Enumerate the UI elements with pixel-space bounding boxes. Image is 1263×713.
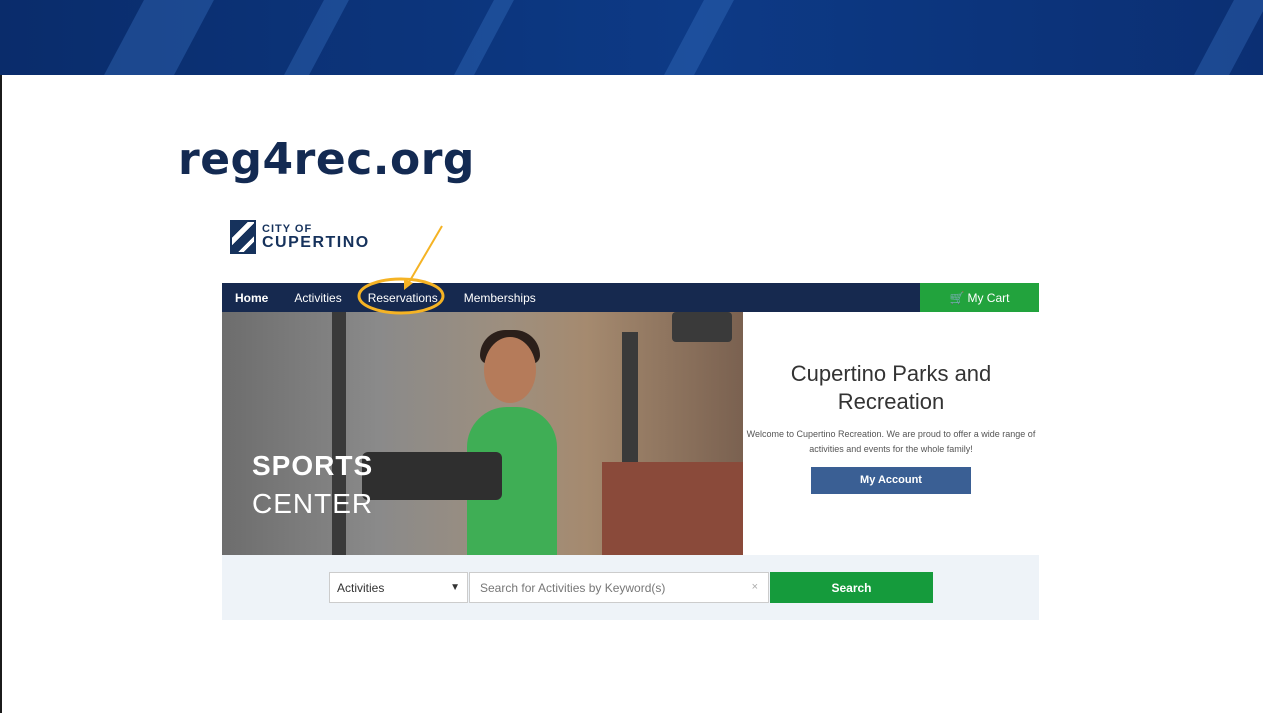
image-text-center: CENTER [252,488,374,519]
search-placeholder: Search for Activities by Keyword(s) [480,580,666,595]
nav-reservations[interactable]: Reservations [355,291,451,305]
gym-floor [602,462,743,555]
category-select[interactable]: Activities ▼ [329,572,468,603]
my-account-button[interactable]: My Account [811,467,971,494]
exercise-machine [362,452,502,500]
banner-stripe [90,0,220,75]
hero-section: SPORTS CENTER Cupertino Parks and Recrea… [222,312,1039,555]
banner-stripe [270,0,355,75]
cart-label: My Cart [967,290,1010,305]
banner-stripe [1180,0,1263,75]
logo-text: CITY OF CUPERTINO [262,222,370,251]
search-button[interactable]: Search [770,572,933,603]
banner-stripe [440,0,520,75]
search-input[interactable]: Search for Activities by Keyword(s) × [469,572,769,603]
category-select-value: Activities [337,580,385,595]
main-nav: Home Activities Reservations Memberships… [222,283,1039,312]
nav-memberships[interactable]: Memberships [451,291,549,305]
logo-line1: CITY OF [262,222,313,235]
welcome-panel: Cupertino Parks and Recreation Welcome t… [743,312,1039,555]
top-banner [0,0,1263,75]
nav-activities[interactable]: Activities [281,291,354,305]
nav-home[interactable]: Home [222,291,281,305]
gym-machine-frame [622,332,638,482]
chevron-down-icon: ▼ [450,582,460,593]
sports-center-image: SPORTS CENTER [222,312,743,555]
logo-line2: CUPERTINO [262,233,370,251]
website-screenshot: CITY OF CUPERTINO Home Activities Reserv… [222,214,1039,620]
cart-icon: 🛒 [949,290,965,305]
hero-description: Welcome to Cupertino Recreation. We are … [746,429,1036,454]
clear-icon[interactable]: × [752,581,758,593]
person-head [484,337,536,403]
city-logo[interactable]: CITY OF CUPERTINO [230,220,370,254]
search-bar: Activities ▼ Search for Activities by Ke… [222,555,1039,620]
city-seal-icon [230,220,256,254]
image-text-sports: SPORTS [252,450,374,481]
my-cart-button[interactable]: 🛒 My Cart [920,283,1039,312]
slide-title: reg4rec.org [178,134,475,185]
banner-stripe [650,0,740,75]
gym-machine-frame [672,312,732,342]
hero-title: Cupertino Parks and Recreation [790,361,992,414]
